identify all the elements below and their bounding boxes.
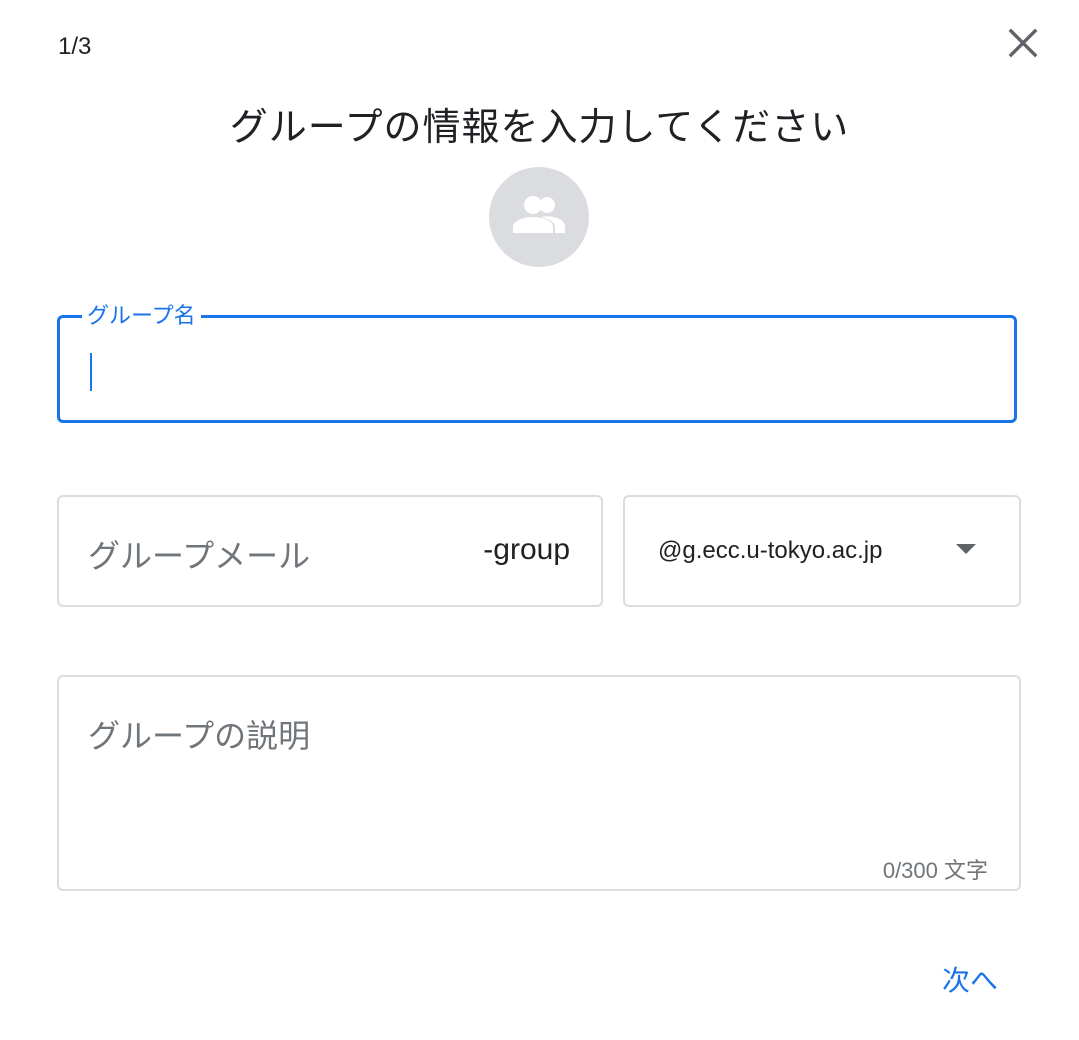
group-name-field[interactable]: グループ名 [57,302,1017,423]
group-email-field[interactable]: グループメール -group [57,495,603,607]
group-icon [511,193,567,242]
group-email-suffix: -group [483,533,570,566]
group-email-placeholder: グループメール [88,538,311,574]
close-icon[interactable] [1007,27,1039,64]
domain-selected-value: @g.ecc.u-tokyo.ac.jp [658,537,883,564]
dropdown-arrow-icon[interactable] [956,544,976,554]
next-button[interactable]: 次へ [930,955,1010,1003]
close-button[interactable] [1000,22,1046,68]
step-indicator: 1/3 [58,33,92,60]
text-cursor [90,353,92,391]
group-name-label: グループ名 [82,302,201,330]
group-name-input[interactable] [86,348,990,394]
group-avatar[interactable] [489,167,589,267]
dialog-title: グループの情報を入力してください [229,107,850,149]
group-description-field[interactable]: グループの説明 0/300 文字 [57,675,1021,891]
domain-select[interactable]: @g.ecc.u-tokyo.ac.jp [623,495,1021,607]
character-counter: 0/300 文字 [882,858,988,883]
group-description-placeholder: グループの説明 [88,718,311,754]
